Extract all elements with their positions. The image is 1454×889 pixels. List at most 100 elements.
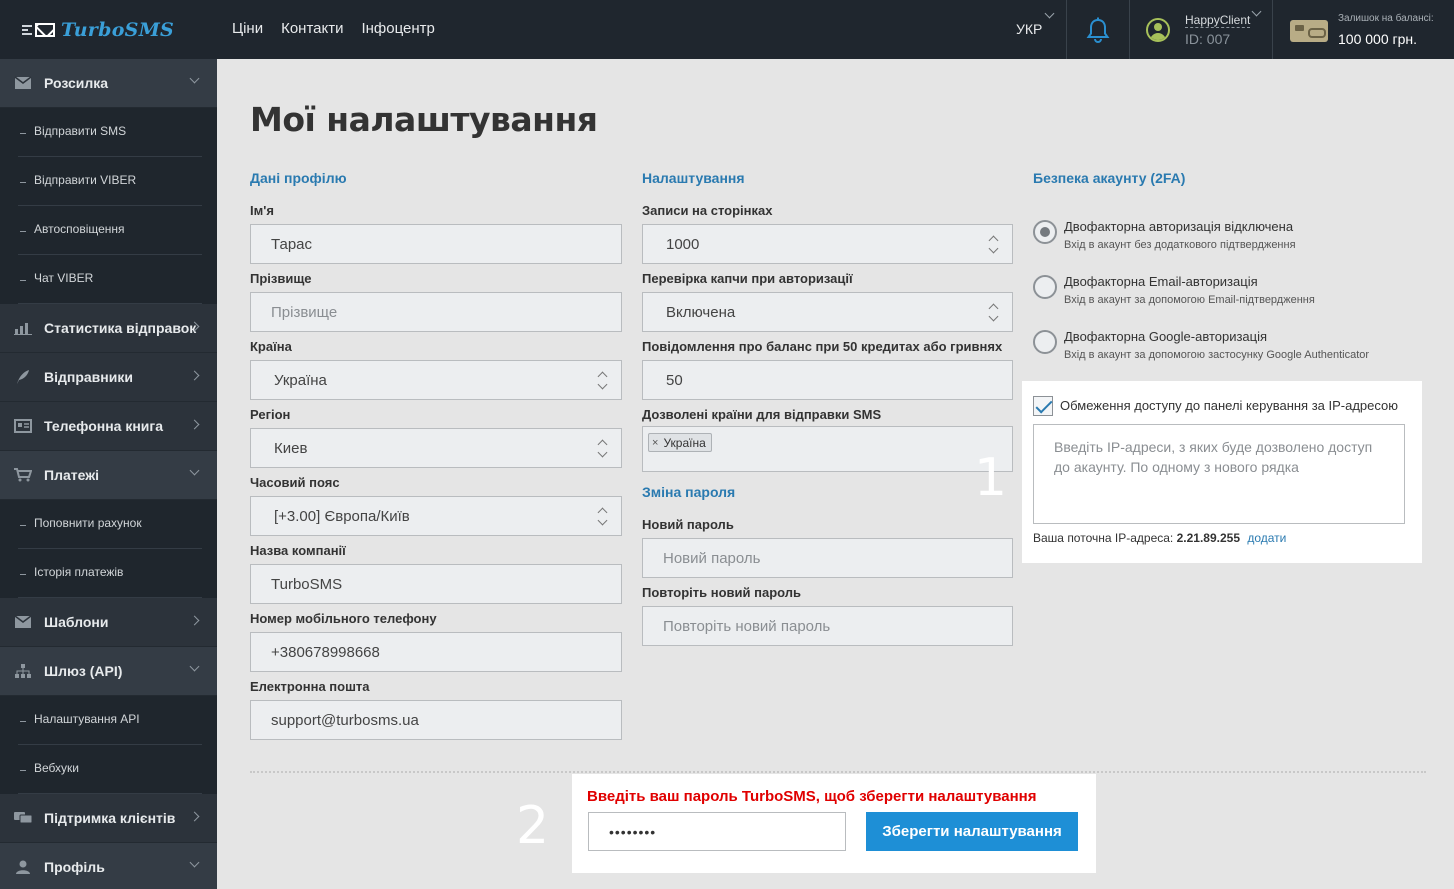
chart-icon: [14, 321, 32, 335]
sidebar-item-label: Відправники: [44, 369, 133, 385]
save-warning-text: Введіть ваш пароль TurboSMS, щоб зберегт…: [587, 788, 1037, 805]
nav-link-prices[interactable]: Ціни: [232, 20, 263, 37]
sidebar-subitem[interactable]: Відправити SMS: [0, 108, 217, 157]
sidebar-item[interactable]: Профіль: [0, 843, 217, 889]
sidebar-item[interactable]: Статистика відправок: [0, 304, 217, 353]
ip-restriction-checkbox[interactable]: [1033, 396, 1053, 416]
2fa-google-description: Вхід в акаунт за допомогою застосунку Go…: [1064, 349, 1370, 361]
sidebar-item[interactable]: Підтримка клієнтів: [0, 794, 217, 843]
sidebar-item[interactable]: Розсилка: [0, 59, 217, 108]
chevron-right-icon: [189, 370, 200, 381]
select-arrows-icon: [988, 302, 998, 324]
bullet-dash: [20, 133, 26, 134]
countries-label: Дозволені країни для відправки SMS: [642, 407, 882, 422]
2fa-google-radio[interactable]: [1033, 330, 1057, 354]
sidebar: Розсилка Відправити SMS Відправити VIBER Ав…: [0, 59, 217, 889]
balance-value[interactable]: 100 000 грн.: [1338, 31, 1417, 47]
bell-icon[interactable]: [1086, 17, 1110, 45]
timezone-label: Часовий пояс: [250, 475, 340, 490]
balance-notify-label: Повідомлення про баланс при 50 кредитах …: [642, 339, 1003, 354]
country-value: Україна: [274, 371, 327, 389]
envelope-icon: [35, 23, 55, 37]
sidebar-subitem[interactable]: Налаштування API: [0, 696, 217, 745]
select-arrows-icon: [597, 438, 607, 460]
timezone-select[interactable]: [+3.00] Європа/Київ: [250, 496, 622, 536]
sidebar-item[interactable]: Шаблони: [0, 598, 217, 647]
captcha-label: Перевірка капчи при авторизації: [642, 271, 853, 286]
bullet-dash: [20, 231, 26, 232]
sidebar-subitem[interactable]: Вебхуки: [0, 745, 217, 794]
nav-link-infocenter[interactable]: Інфоцентр: [361, 20, 434, 37]
wallet-card-icon: [1290, 20, 1328, 42]
nav-link-contacts[interactable]: Контакти: [281, 20, 343, 37]
bullet-dash: [20, 280, 26, 281]
sidebar-item-label: Розсилка: [44, 75, 109, 91]
envelope-icon: [14, 76, 32, 90]
2fa-email-label[interactable]: Двофакторна Email-авторизація: [1064, 274, 1258, 289]
new-password-input[interactable]: Новий пароль: [642, 538, 1013, 578]
chevron-down-icon: [189, 857, 200, 868]
annotation-marker-1: 1: [974, 448, 1008, 508]
sidebar-subitem[interactable]: Чат VIBER: [0, 255, 217, 304]
region-label: Регіон: [250, 407, 291, 422]
email-input[interactable]: support@turbosms.ua: [250, 700, 622, 740]
tag-remove-icon[interactable]: ×: [652, 437, 658, 449]
sidebar-item[interactable]: Телефонна книга: [0, 402, 217, 451]
sidebar-subitem-label: Вебхуки: [34, 761, 79, 775]
chevron-down-icon[interactable]: [1044, 8, 1055, 19]
divider: [1272, 0, 1273, 59]
sidebar-subitem[interactable]: Відправити VIBER: [0, 157, 217, 206]
language-selector[interactable]: УКР: [1016, 21, 1042, 37]
sidebar-subitem[interactable]: Автосповіщення: [0, 206, 217, 255]
confirm-password-input[interactable]: ••••••••: [588, 812, 846, 851]
sidebar-item-label: Профіль: [44, 859, 105, 875]
user-name[interactable]: HappyClient: [1185, 13, 1251, 28]
country-label: Країна: [250, 339, 292, 354]
2fa-off-label[interactable]: Двофакторна авторизація відключена: [1064, 219, 1293, 234]
select-arrows-icon: [597, 370, 607, 392]
security-heading: Безпека акаунту (2FA): [1033, 170, 1186, 186]
captcha-select[interactable]: Включена: [642, 292, 1013, 332]
new-password-label: Новий пароль: [642, 517, 734, 532]
last-name-input[interactable]: Прізвище: [250, 292, 622, 332]
first-name-input[interactable]: Тарас: [250, 224, 622, 264]
turbosms-logo[interactable]: TurboSMS: [22, 18, 174, 42]
chevron-down-icon[interactable]: [1251, 6, 1262, 17]
repeat-password-input[interactable]: Повторіть новий пароль: [642, 606, 1013, 646]
records-label: Записи на сторінках: [642, 203, 773, 218]
envelope-icon: [14, 615, 32, 629]
2fa-email-radio[interactable]: [1033, 275, 1057, 299]
records-value: 1000: [666, 235, 700, 253]
sidebar-subitem-label: Чат VIBER: [34, 271, 94, 285]
ip-restriction-label[interactable]: Обмеження доступу до панелі керування за…: [1060, 398, 1398, 413]
region-select[interactable]: Киев: [250, 428, 622, 468]
save-settings-button[interactable]: Зберегти налаштування: [866, 812, 1078, 851]
sidebar-subitem[interactable]: Історія платежів: [0, 549, 217, 598]
country-select[interactable]: Україна: [250, 360, 622, 400]
ip-addresses-textarea[interactable]: Введіть IP-адреси, з яких буде дозволено…: [1033, 424, 1405, 524]
2fa-email-description: Вхід в акаунт за допомогою Email-підтвер…: [1064, 294, 1315, 306]
user-avatar-icon[interactable]: [1146, 18, 1170, 42]
chevron-right-icon: [189, 419, 200, 430]
bullet-dash: [20, 770, 26, 771]
sidebar-subitem[interactable]: Поповнити рахунок: [0, 500, 217, 549]
last-name-label: Прізвище: [250, 271, 312, 286]
sidebar-item[interactable]: Платежі: [0, 451, 217, 500]
add-ip-link[interactable]: додати: [1247, 531, 1286, 545]
records-select[interactable]: 1000: [642, 224, 1013, 264]
sidebar-item[interactable]: Шлюз (API): [0, 647, 217, 696]
2fa-google-label[interactable]: Двофакторна Google-авторизація: [1064, 329, 1267, 344]
balance-notify-input[interactable]: 50: [642, 360, 1013, 400]
2fa-off-radio[interactable]: [1033, 220, 1057, 244]
email-label: Електронна пошта: [250, 679, 370, 694]
select-arrows-icon: [597, 506, 607, 528]
sidebar-item-label: Телефонна книга: [44, 418, 164, 434]
captcha-value: Включена: [666, 303, 736, 321]
annotation-marker-2: 2: [516, 796, 550, 856]
phone-input[interactable]: +380678998668: [250, 632, 622, 672]
top-nav: Ціни Контакти Інфоцентр: [232, 20, 453, 37]
sidebar-item[interactable]: Відправники: [0, 353, 217, 402]
address-book-icon: [14, 419, 32, 433]
current-ip-value: 2.21.89.255: [1176, 531, 1240, 545]
company-input[interactable]: TurboSMS: [250, 564, 622, 604]
